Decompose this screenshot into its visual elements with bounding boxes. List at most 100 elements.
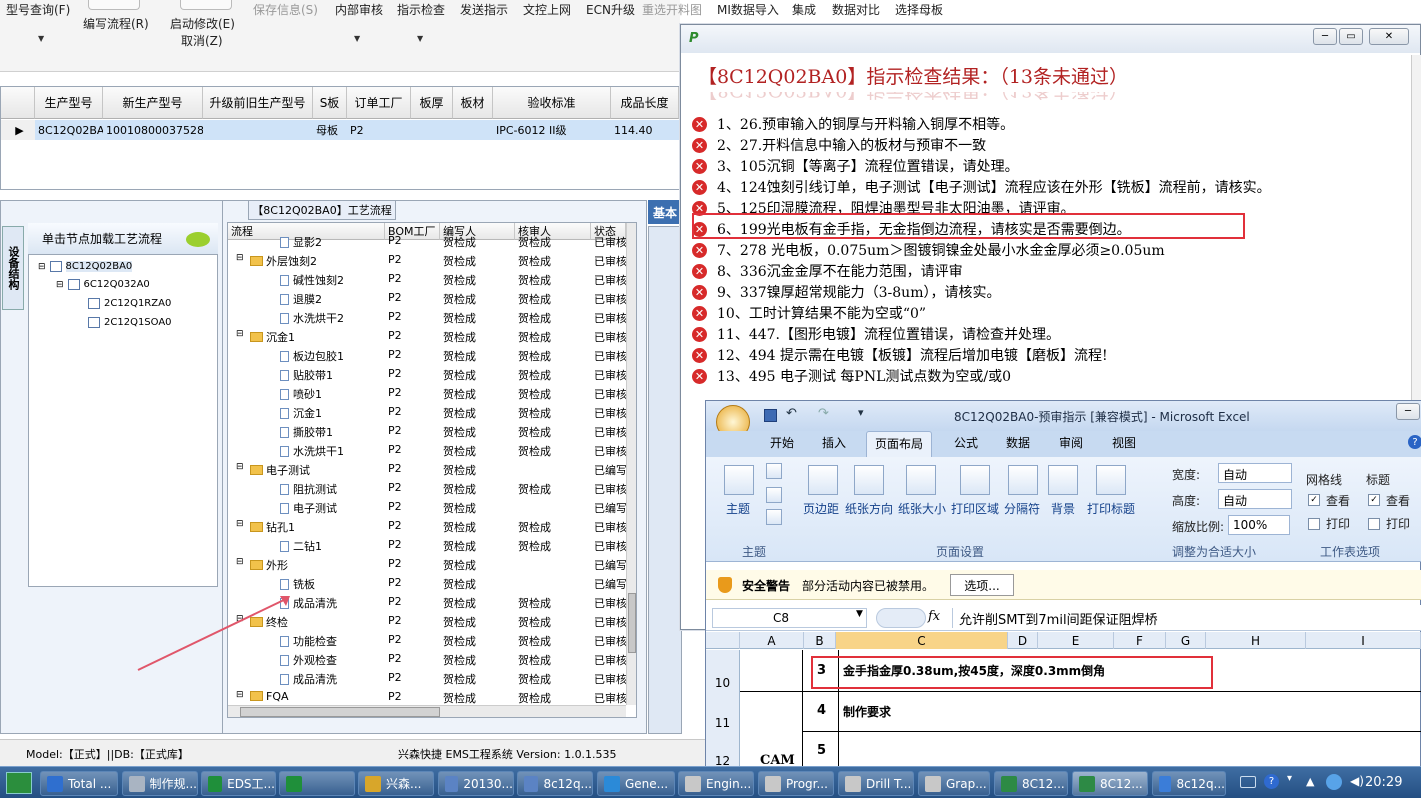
cell-b12[interactable]: 5	[817, 743, 826, 758]
print-titles-button[interactable]: 打印标题	[1087, 500, 1135, 517]
column-header-e[interactable]: E	[1038, 632, 1114, 649]
collapse-icon[interactable]: ⊟	[236, 690, 244, 700]
tab-view[interactable]: 视图	[1112, 434, 1136, 451]
cell-c11[interactable]: 制作要求	[843, 703, 891, 720]
column-header[interactable]: 验收标准	[493, 87, 611, 119]
height-select[interactable]: 自动	[1218, 489, 1292, 509]
flow-row[interactable]: 二钻1 P2 贺检成 贺检成 已审核	[228, 536, 626, 555]
flow-row[interactable]: 贴胶带1 P2 贺检成 贺检成 已审核	[228, 365, 626, 384]
chevron-down-icon[interactable]: ▼	[38, 34, 44, 43]
orientation-button[interactable]: 纸张方向	[845, 500, 893, 517]
column-header[interactable]: S板	[313, 87, 347, 119]
grid-cell[interactable]: 母板	[313, 120, 347, 140]
background-icon[interactable]	[1048, 465, 1078, 495]
flow-row[interactable]: 钻孔1 P2 贺检成 贺检成 已审核 ⊟	[228, 517, 626, 536]
row-header-12[interactable]: 12	[706, 732, 740, 770]
help-icon[interactable]: ?	[1408, 435, 1421, 449]
taskbar-item[interactable]: 20130...	[438, 771, 514, 796]
chevron-down-icon[interactable]: ▼	[354, 34, 360, 43]
flow-row[interactable]: 显影2 P2 贺检成 贺检成 已审核	[228, 232, 626, 251]
basic-tab[interactable]: 基本	[648, 200, 682, 224]
checkbox[interactable]	[88, 317, 100, 328]
flow-row[interactable]: 阻抗测试 P2 贺检成 贺检成 已审核	[228, 479, 626, 498]
checkbox[interactable]	[67, 279, 80, 290]
function-icon[interactable]: fx	[928, 609, 940, 624]
flow-row[interactable]: 撕胶带1 P2 贺检成 贺检成 已审核	[228, 422, 626, 441]
model-query-menu[interactable]: 型号查询(F)	[6, 1, 70, 18]
print-area-icon[interactable]	[960, 465, 990, 495]
print-titles-icon[interactable]	[1096, 465, 1126, 495]
taskbar-item[interactable]: 8c12q...	[1152, 771, 1226, 796]
colors-icon[interactable]	[766, 463, 782, 479]
redo-icon[interactable]: ↷	[818, 406, 829, 421]
scrollbar-thumb[interactable]	[628, 593, 636, 653]
taskbar-item[interactable]	[279, 771, 355, 796]
column-header-f[interactable]: F	[1114, 632, 1166, 649]
taskbar-item[interactable]: Engin...	[678, 771, 754, 796]
horizontal-scrollbar[interactable]	[228, 705, 626, 717]
tray-expand-icon[interactable]: ▾	[1287, 773, 1292, 784]
column-header-i[interactable]: I	[1306, 632, 1421, 649]
flow-row[interactable]: 水洗烘干1 P2 贺检成 贺检成 已审核	[228, 441, 626, 460]
collapse-icon[interactable]: ⊟	[38, 262, 46, 272]
column-header[interactable]: 板材	[453, 87, 493, 119]
margins-button[interactable]: 页边距	[803, 500, 839, 517]
flow-row[interactable]: 喷砂1 P2 贺检成 贺检成 已审核	[228, 384, 626, 403]
taskbar-item[interactable]: Total ...	[40, 771, 118, 796]
start-button-icon[interactable]	[6, 772, 32, 794]
column-header[interactable]: 升级前旧生产型号	[203, 87, 313, 119]
grid-cell[interactable]	[453, 120, 493, 140]
tree-node[interactable]: 2C12Q1SOA0	[88, 317, 172, 328]
taskbar-item[interactable]: 8C12...	[994, 771, 1068, 796]
internal-review-menu[interactable]: 内部审核	[335, 1, 383, 18]
flow-row[interactable]: 板边包胶1 P2 贺检成 贺检成 已审核	[228, 346, 626, 365]
margins-icon[interactable]	[808, 465, 838, 495]
tab-formulas[interactable]: 公式	[954, 434, 978, 451]
fonts-icon[interactable]	[766, 487, 782, 503]
save-icon[interactable]	[764, 409, 777, 422]
flow-row[interactable]: 水洗烘干2 P2 贺检成 贺检成 已审核	[228, 308, 626, 327]
print-area-button[interactable]: 打印区域	[951, 500, 999, 517]
cell-b11[interactable]: 4	[817, 703, 826, 718]
name-box[interactable]: C8	[712, 608, 867, 628]
formula-input[interactable]: 允许削SMT到7mil间距保证阻焊桥	[952, 608, 1417, 628]
checkbox[interactable]	[88, 298, 100, 309]
column-header-c[interactable]: C	[836, 632, 1008, 649]
volume-icon[interactable]: ◀)	[1350, 774, 1364, 788]
collapse-icon[interactable]: ⊟	[236, 557, 244, 567]
tab-home[interactable]: 开始	[770, 434, 794, 451]
vertical-tab-equipment[interactable]: 设备结构	[2, 226, 24, 310]
breaks-icon[interactable]	[1008, 465, 1038, 495]
options-button[interactable]: 选项...	[950, 574, 1014, 596]
minimize-button[interactable]: ─	[1313, 28, 1337, 45]
close-button[interactable]: ✕	[1369, 28, 1409, 45]
tab-data[interactable]: 数据	[1006, 434, 1030, 451]
width-select[interactable]: 自动	[1218, 463, 1292, 483]
grid-cell[interactable]	[411, 120, 453, 140]
flow-row[interactable]: 碱性蚀刻2 P2 贺检成 贺检成 已审核	[228, 270, 626, 289]
taskbar-item[interactable]: 兴森...	[358, 771, 434, 796]
column-header[interactable]: 成品长度	[611, 87, 679, 119]
grid-cell[interactable]: IPC-6012 II级	[493, 120, 611, 140]
integrate-button[interactable]: 集成	[792, 1, 816, 18]
row-selector-icon[interactable]: ▶	[1, 120, 35, 140]
flow-row[interactable]: 沉金1 P2 贺检成 贺检成 已审核	[228, 403, 626, 422]
write-flow-button[interactable]: 编写流程(R)	[83, 15, 149, 32]
select-mother-board-button[interactable]: 选择母板	[895, 1, 943, 18]
grid-cell[interactable]: 8C12Q02BA0	[35, 120, 111, 140]
taskbar-item[interactable]: 制作规...	[122, 771, 198, 796]
name-box-dropdown-icon[interactable]: ▼	[856, 609, 863, 619]
headings-print-checkbox[interactable]	[1368, 518, 1380, 530]
send-instruction-button[interactable]: 发送指示	[460, 1, 508, 18]
start-modify-button[interactable]: 启动修改(E)	[170, 15, 235, 32]
doc-control-button[interactable]: 文控上网	[523, 1, 571, 18]
instruction-check-menu[interactable]: 指示检查	[397, 1, 445, 18]
clock[interactable]: 20:29	[1365, 775, 1402, 790]
maximize-button[interactable]: ▭	[1339, 28, 1363, 45]
collapse-icon[interactable]: ⊟	[236, 253, 244, 263]
row-header-11[interactable]: 11	[706, 692, 740, 732]
taskbar-item[interactable]: EDS工...	[201, 771, 276, 796]
column-header-h[interactable]: H	[1206, 632, 1306, 649]
collapse-icon[interactable]: ⊟	[236, 519, 244, 529]
formula-handle[interactable]	[876, 608, 926, 628]
